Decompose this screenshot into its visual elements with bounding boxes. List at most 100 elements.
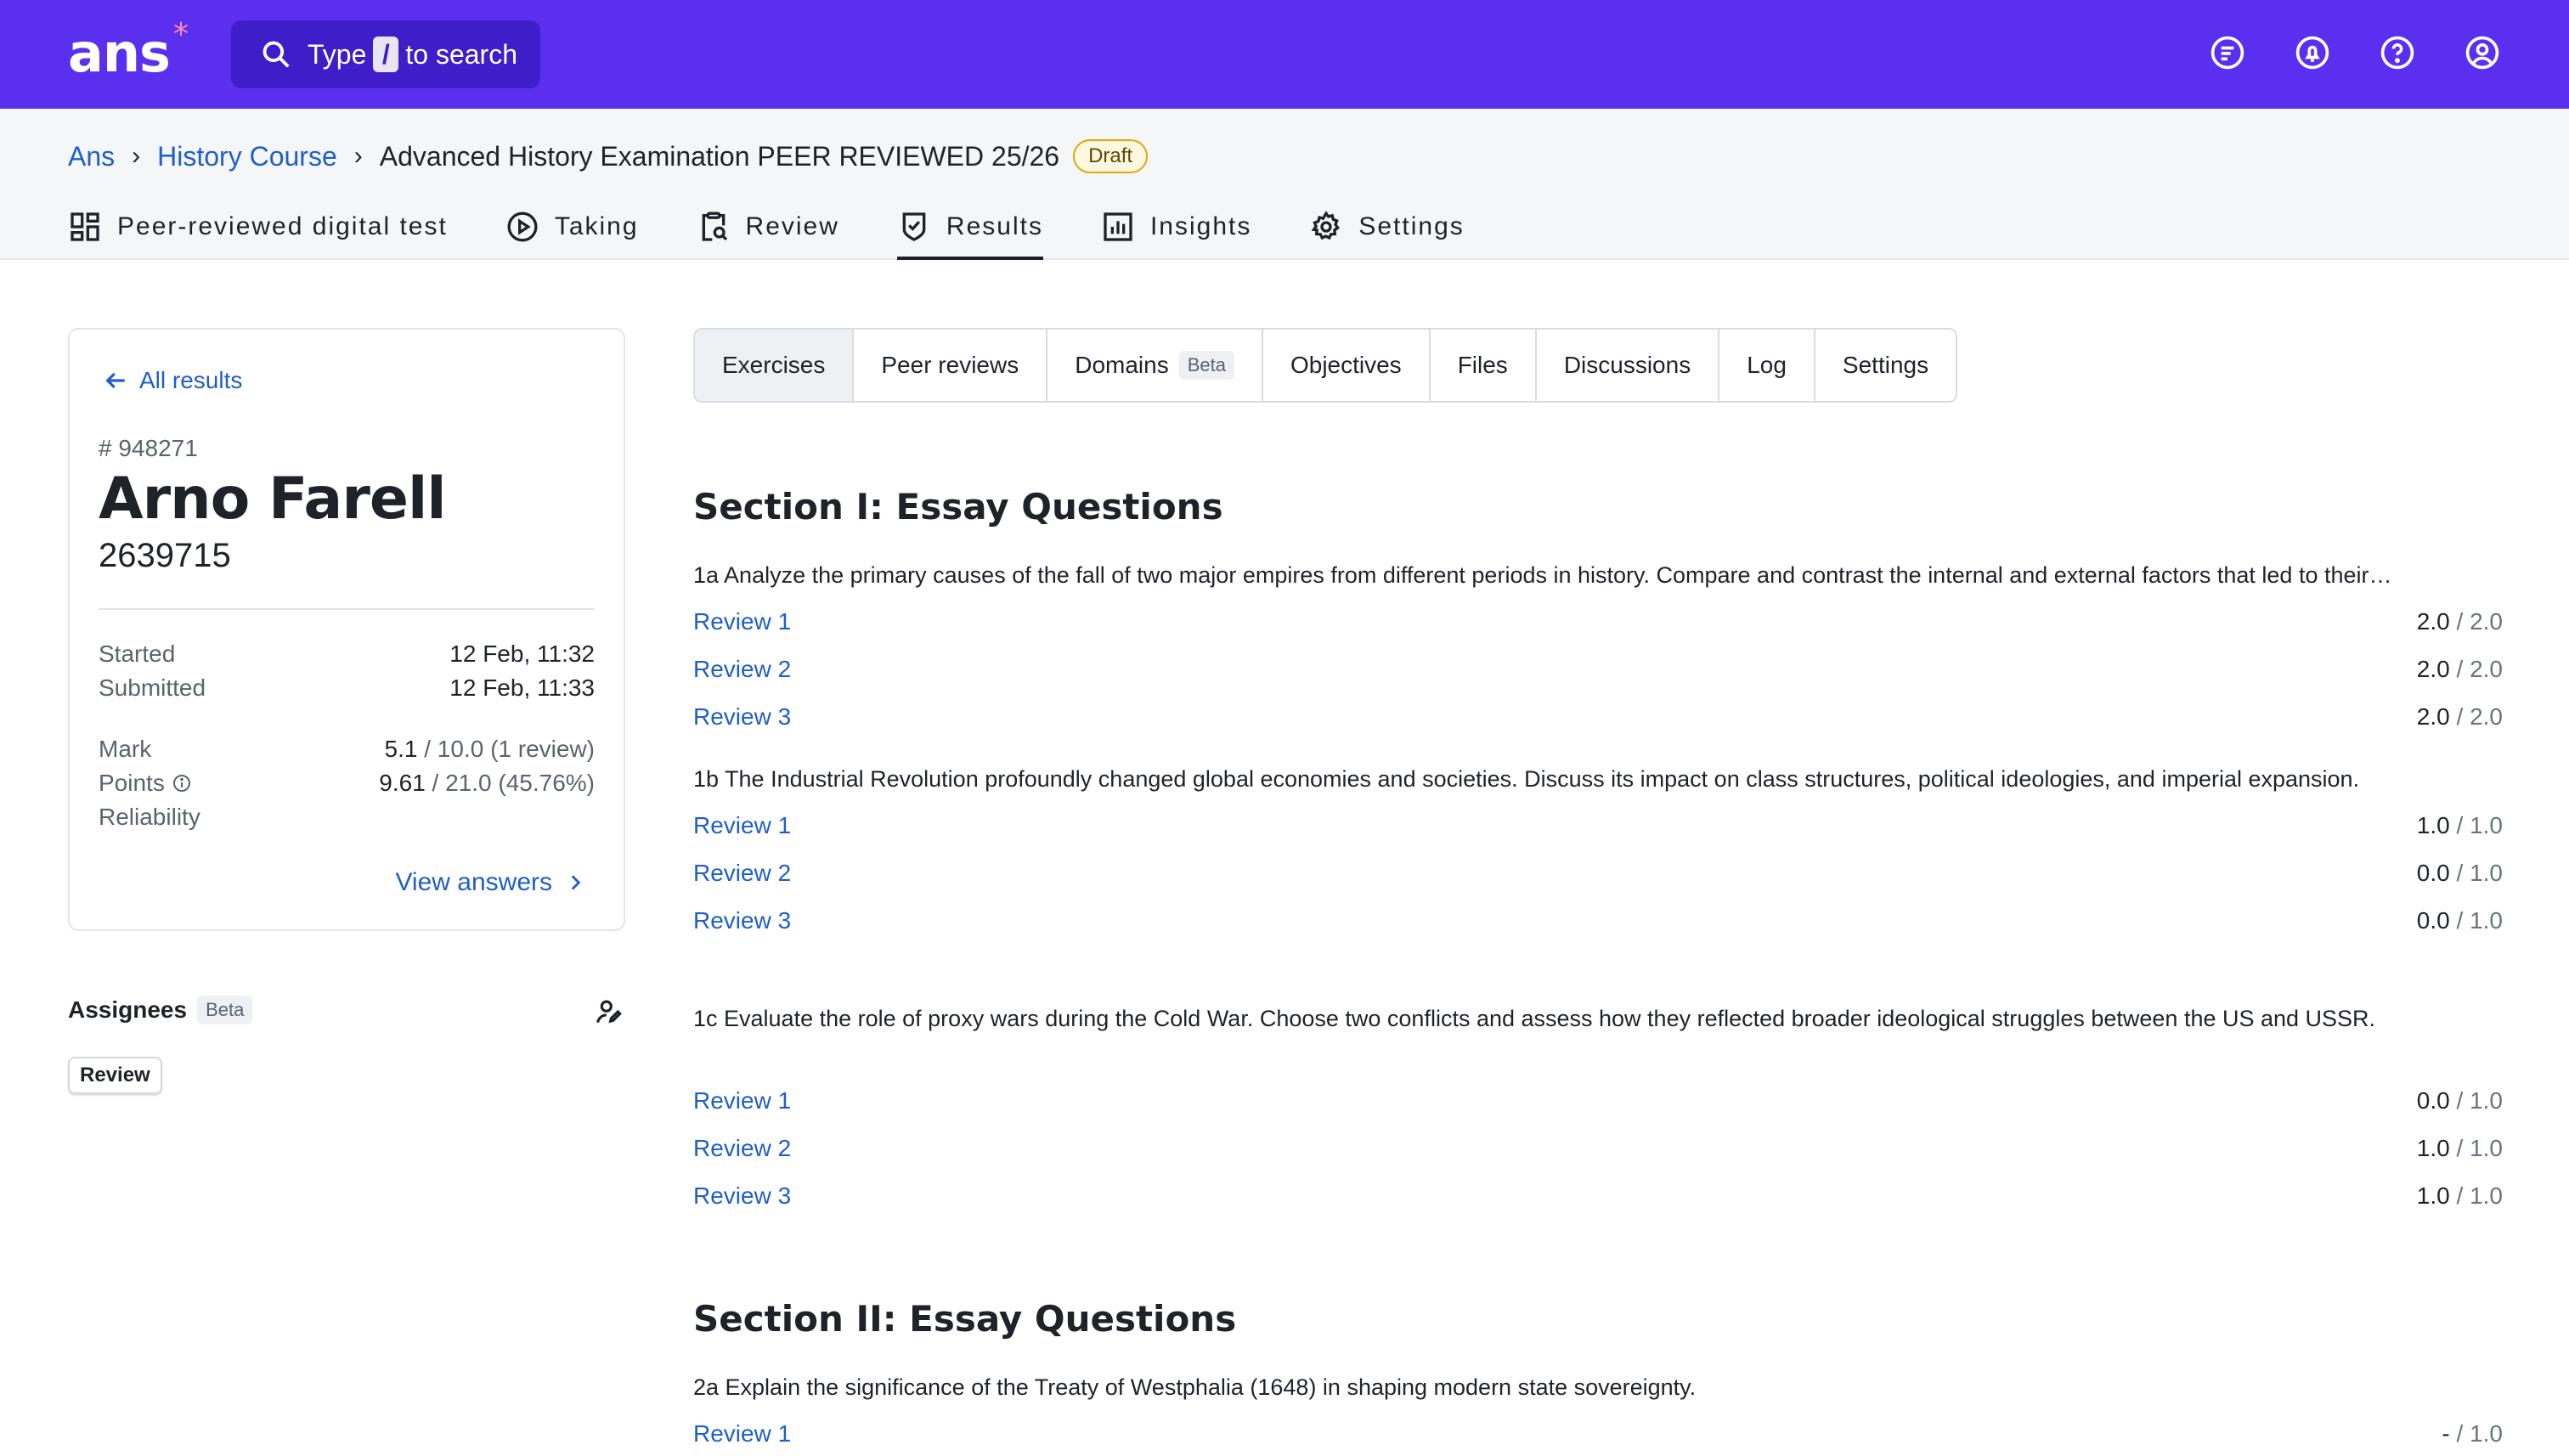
student-name: Arno Farell bbox=[99, 466, 447, 533]
nav-label: Taking bbox=[554, 212, 639, 240]
review-row: Review 3 1.0 / 1.0 bbox=[693, 1182, 2503, 1210]
student-id: 2639715 bbox=[99, 537, 231, 574]
score-value: 1.0 bbox=[2416, 1182, 2450, 1209]
submitted-row: Submitted 12 Feb, 11:33 bbox=[99, 674, 595, 702]
tab-objectives[interactable]: Objectives bbox=[1263, 330, 1431, 401]
score-value: 2.0 bbox=[2416, 703, 2450, 730]
score-max: / 1.0 bbox=[2449, 907, 2504, 934]
section-title: Section I: Essay Questions bbox=[693, 486, 1223, 528]
review-link[interactable]: Review 1 bbox=[693, 608, 791, 635]
score-max: / 1.0 bbox=[2449, 1420, 2504, 1447]
review-row: Review 1 1.0 / 1.0 bbox=[693, 812, 2503, 839]
main-nav: Peer-reviewed digital test Taking Review… bbox=[68, 194, 1522, 260]
page-header: Ans › History Course › Advanced History … bbox=[0, 109, 2569, 260]
beta-badge: Beta bbox=[197, 996, 253, 1024]
assign-user-icon[interactable] bbox=[593, 996, 625, 1034]
nav-taking[interactable]: Taking bbox=[505, 194, 639, 260]
tab-exercises[interactable]: Exercises bbox=[695, 330, 855, 401]
review-link[interactable]: Review 2 bbox=[693, 656, 791, 683]
score-max: / 2.0 bbox=[2449, 703, 2504, 730]
nav-results[interactable]: Results bbox=[896, 194, 1044, 260]
question-1c: 1c Evaluate the role of proxy wars durin… bbox=[693, 1006, 2376, 1031]
nav-peer-reviewed-test[interactable]: Peer-reviewed digital test bbox=[68, 194, 448, 260]
nav-insights[interactable]: Insights bbox=[1101, 194, 1251, 260]
question-1b: 1b The Industrial Revolution profoundly … bbox=[693, 766, 2360, 792]
logo-text: ans bbox=[68, 22, 171, 84]
breadcrumb-ans[interactable]: Ans bbox=[68, 141, 115, 172]
tab-discussions[interactable]: Discussions bbox=[1537, 330, 1720, 401]
assignees-header: Assignees Beta bbox=[68, 996, 625, 1024]
bell-icon[interactable] bbox=[2294, 34, 2331, 71]
chat-icon[interactable] bbox=[2209, 34, 2246, 71]
info-icon[interactable] bbox=[172, 773, 192, 793]
review-link[interactable]: Review 1 bbox=[693, 1087, 791, 1115]
student-number: # 948271 bbox=[99, 435, 198, 461]
search-box[interactable]: Type / to search bbox=[231, 20, 540, 88]
mark-score: 5.1 bbox=[384, 736, 418, 762]
review-score: 1.0 / 1.0 bbox=[2417, 812, 2503, 839]
account-icon[interactable] bbox=[2464, 34, 2501, 71]
gear-icon bbox=[1311, 211, 1341, 240]
mark-row: Mark 5.1 / 10.0 (1 review) bbox=[99, 736, 595, 763]
review-score: - / 1.0 bbox=[2442, 1420, 2503, 1448]
tab-domains[interactable]: Domains Beta bbox=[1047, 330, 1263, 401]
app-logo[interactable]: ans * bbox=[68, 17, 189, 84]
chevron-right-icon bbox=[571, 875, 581, 890]
score-value: 1.0 bbox=[2416, 812, 2450, 838]
score-max: / 2.0 bbox=[2449, 656, 2504, 682]
review-score: 2.0 / 2.0 bbox=[2417, 703, 2503, 731]
beta-badge: Beta bbox=[1178, 351, 1234, 380]
score-value: 2.0 bbox=[2416, 656, 2450, 682]
shield-check-icon bbox=[902, 212, 926, 241]
assignees-label: Assignees bbox=[68, 996, 188, 1023]
nav-label: Review bbox=[745, 212, 839, 240]
score-max: / 1.0 bbox=[2449, 812, 2504, 838]
review-score: 2.0 / 2.0 bbox=[2417, 608, 2503, 635]
submitted-value: 12 Feb, 11:33 bbox=[449, 674, 595, 701]
review-link[interactable]: Review 3 bbox=[693, 1182, 791, 1210]
tab-log[interactable]: Log bbox=[1719, 330, 1815, 401]
search-shortcut-key: / bbox=[373, 37, 399, 72]
review-link[interactable]: Review 2 bbox=[693, 860, 791, 887]
submitted-label: Submitted bbox=[99, 674, 206, 701]
review-link[interactable]: Review 1 bbox=[693, 812, 791, 839]
reliability-label: Reliability bbox=[99, 804, 200, 830]
tab-peer-reviews[interactable]: Peer reviews bbox=[854, 330, 1048, 401]
started-value: 12 Feb, 11:32 bbox=[449, 641, 595, 667]
started-label: Started bbox=[99, 641, 176, 667]
review-score: 0.0 / 1.0 bbox=[2417, 907, 2503, 934]
score-max: / 2.0 bbox=[2449, 608, 2504, 635]
review-row: Review 2 0.0 / 1.0 bbox=[693, 860, 2503, 887]
nav-label: Peer-reviewed digital test bbox=[117, 212, 448, 240]
review-link[interactable]: Review 3 bbox=[693, 703, 791, 731]
tab-settings[interactable]: Settings bbox=[1815, 330, 1956, 401]
breadcrumb-current: Advanced History Examination PEER REVIEW… bbox=[379, 140, 1060, 172]
review-link[interactable]: Review 1 bbox=[693, 1420, 791, 1448]
breadcrumb-course[interactable]: History Course bbox=[157, 141, 337, 172]
review-score: 0.0 / 1.0 bbox=[2417, 860, 2503, 887]
chevron-right-icon: › bbox=[353, 142, 363, 170]
assignee-chip-review[interactable]: Review bbox=[68, 1057, 162, 1094]
review-row: Review 3 2.0 / 2.0 bbox=[693, 703, 2503, 731]
all-results-link[interactable]: All results bbox=[102, 367, 242, 394]
mark-detail: / 10.0 (1 review) bbox=[417, 736, 595, 762]
review-link[interactable]: Review 3 bbox=[693, 907, 791, 934]
nav-settings[interactable]: Settings bbox=[1309, 194, 1464, 260]
nav-review[interactable]: Review bbox=[697, 194, 839, 260]
review-link[interactable]: Review 2 bbox=[693, 1135, 791, 1162]
score-max: / 1.0 bbox=[2449, 1135, 2504, 1161]
tab-files[interactable]: Files bbox=[1431, 330, 1537, 401]
logo-mark: * bbox=[173, 17, 189, 52]
view-answers-link[interactable]: View answers bbox=[395, 868, 586, 897]
dashboard-icon bbox=[71, 212, 99, 241]
score-value: - bbox=[2442, 1420, 2450, 1447]
question-2a: 2a Explain the significance of the Treat… bbox=[693, 1374, 1697, 1400]
review-row: Review 1 0.0 / 1.0 bbox=[693, 1087, 2503, 1115]
breadcrumb: Ans › History Course › Advanced History … bbox=[68, 139, 1149, 173]
top-bar: ans * Type / to search bbox=[0, 0, 2569, 109]
help-icon[interactable] bbox=[2379, 34, 2416, 71]
review-score: 1.0 / 1.0 bbox=[2417, 1182, 2503, 1210]
review-row: Review 2 1.0 / 1.0 bbox=[693, 1135, 2503, 1162]
divider bbox=[99, 608, 595, 610]
points-score: 9.61 bbox=[379, 770, 426, 796]
